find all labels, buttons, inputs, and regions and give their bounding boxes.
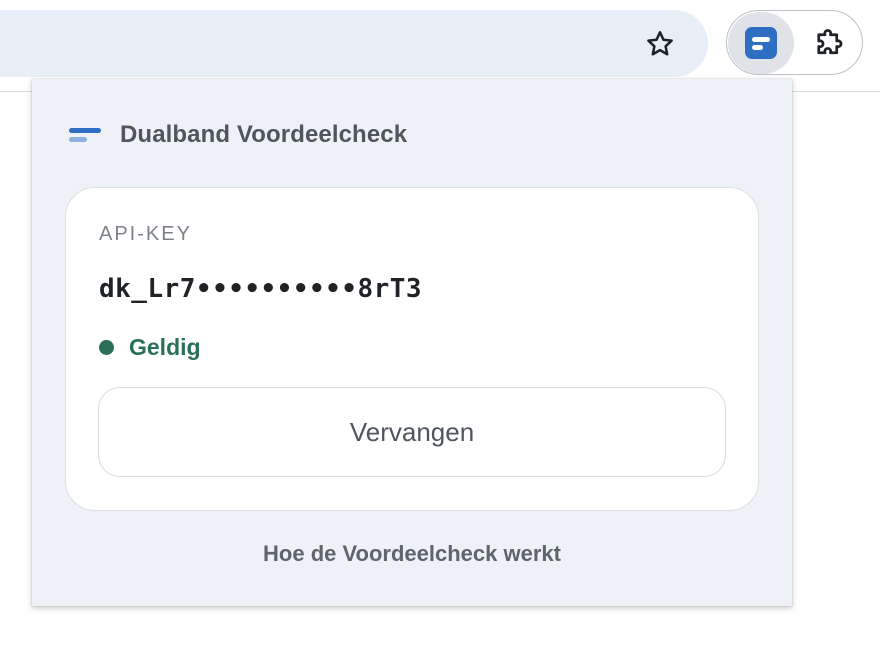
brand-logo-icon xyxy=(69,124,101,146)
replace-key-button[interactable]: Vervangen xyxy=(98,387,726,477)
extension-popup: Dualband Voordeelcheck API-KEY dk_Lr7•••… xyxy=(32,79,792,606)
api-key-value: dk_Lr7••••••••••8rT3 xyxy=(99,274,423,304)
status-dot-icon xyxy=(99,340,114,355)
status-indicator: Geldig xyxy=(99,334,201,361)
api-key-card: API-KEY dk_Lr7••••••••••8rT3 Geldig Verv… xyxy=(65,187,759,511)
extensions-menu-button[interactable] xyxy=(806,20,854,66)
browser-window: Dualband Voordeelcheck API-KEY dk_Lr7•••… xyxy=(0,0,880,646)
dualband-extension-button[interactable] xyxy=(728,12,794,74)
brand-name: Dualband Voordeelcheck xyxy=(120,121,408,148)
star-outline-icon xyxy=(647,31,673,56)
address-bar[interactable] xyxy=(0,10,708,77)
dualband-logo-icon xyxy=(745,27,777,59)
popup-header: Dualband Voordeelcheck xyxy=(69,119,407,151)
status-text: Geldig xyxy=(129,334,201,360)
help-link[interactable]: Hoe de Voordeelcheck werkt xyxy=(32,541,792,567)
api-key-label: API-KEY xyxy=(99,223,192,245)
bookmark-star-button[interactable] xyxy=(638,22,682,66)
puzzle-piece-icon xyxy=(817,29,843,55)
